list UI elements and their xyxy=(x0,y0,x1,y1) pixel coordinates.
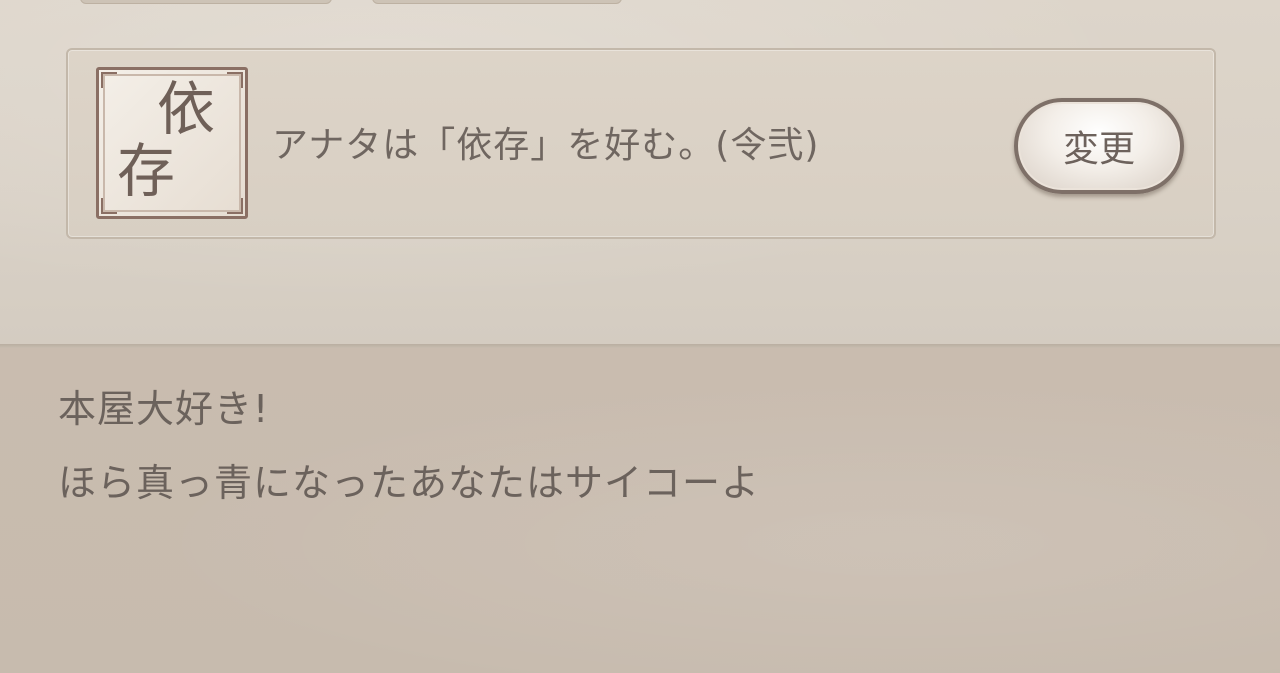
change-button-label: 変更 xyxy=(1062,129,1135,170)
emblem-corner xyxy=(101,72,117,88)
emblem-char-1: 依 xyxy=(157,75,216,143)
preference-card: 依 存 アナタは「依存」を好む。(令弐) 変更 xyxy=(66,48,1216,239)
emblem-corner xyxy=(227,198,243,214)
emblem-corner xyxy=(227,72,243,88)
top-tab-left[interactable] xyxy=(80,0,332,4)
dialogue-line-1: 本屋大好き! xyxy=(58,387,270,431)
change-button[interactable]: 変更 xyxy=(1014,98,1184,194)
preference-panel: 依 存 アナタは「依存」を好む。(令弐) 変更 xyxy=(0,0,1280,346)
dialogue-line-2: ほら真っ青になったあなたはサイコーよ xyxy=(58,461,761,505)
preference-text: アナタは「依存」を好む。(令弐) xyxy=(272,125,820,166)
preference-emblem: 依 存 xyxy=(96,67,248,219)
dialogue-box[interactable]: 本屋大好き! ほら真っ青になったあなたはサイコーよ xyxy=(0,348,1280,673)
top-tab-right[interactable] xyxy=(372,0,622,4)
emblem-char-2: 存 xyxy=(117,137,176,205)
emblem-corner xyxy=(101,198,117,214)
